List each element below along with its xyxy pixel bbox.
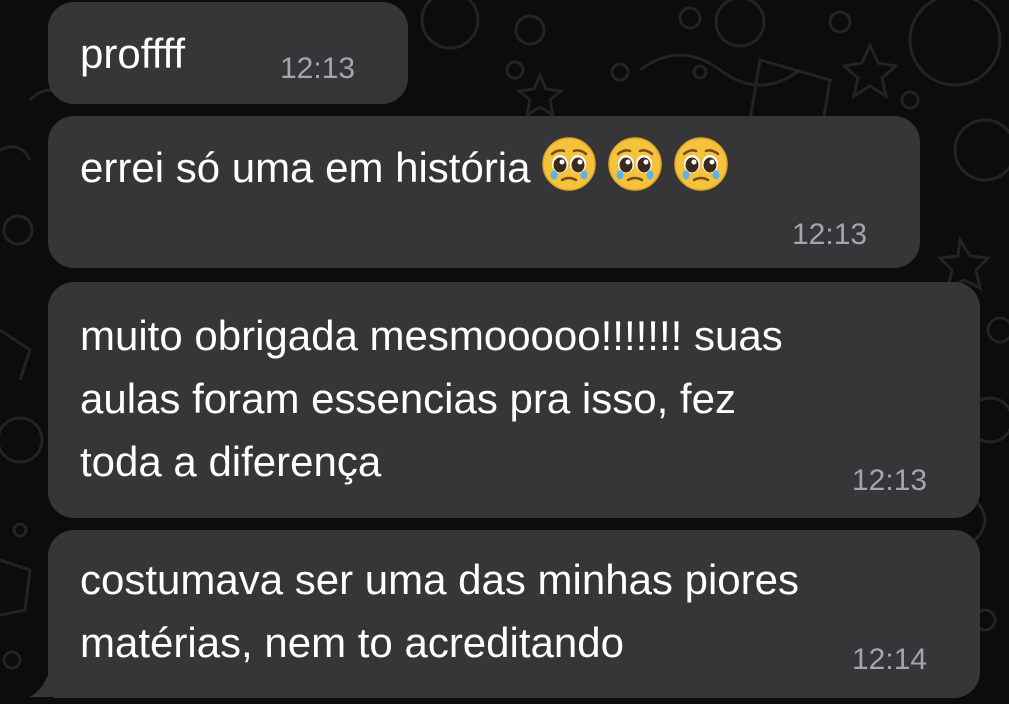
pleading-face-icon bbox=[607, 137, 662, 191]
chat-window: proffff 12:13 errei só uma em história 1… bbox=[0, 0, 1009, 704]
message-bubble[interactable]: muito obrigada mesmooooo!!!!!!! suas aul… bbox=[48, 282, 980, 518]
message-text-line: toda a diferença bbox=[80, 438, 382, 485]
message-text-line: costumava ser uma das minhas piores bbox=[80, 556, 799, 603]
message-text: proffff bbox=[80, 30, 186, 77]
message-timestamp: 12:13 bbox=[792, 218, 868, 251]
message-text: errei só uma em história bbox=[80, 136, 729, 199]
message-text-line: aulas foram essencias pra isso, fez bbox=[80, 375, 736, 422]
pleading-face-icon bbox=[541, 137, 596, 191]
message-timestamp: 12:13 bbox=[852, 464, 928, 497]
message-text-line: matérias, nem to acreditando bbox=[80, 619, 624, 666]
message-bubble[interactable]: proffff 12:13 bbox=[48, 2, 408, 104]
message-text-line: muito obrigada mesmooooo!!!!!!! suas bbox=[80, 312, 783, 359]
message-timestamp: 12:13 bbox=[280, 52, 356, 85]
message-timestamp: 12:14 bbox=[852, 643, 928, 676]
pleading-face-icon bbox=[673, 137, 728, 191]
message-bubble[interactable]: errei só uma em história 12:13 bbox=[48, 116, 920, 268]
message-bubble[interactable]: costumava ser uma das minhas piores maté… bbox=[48, 530, 980, 698]
message-text-content: errei só uma em história bbox=[80, 144, 531, 191]
bubble-tail bbox=[30, 655, 68, 697]
